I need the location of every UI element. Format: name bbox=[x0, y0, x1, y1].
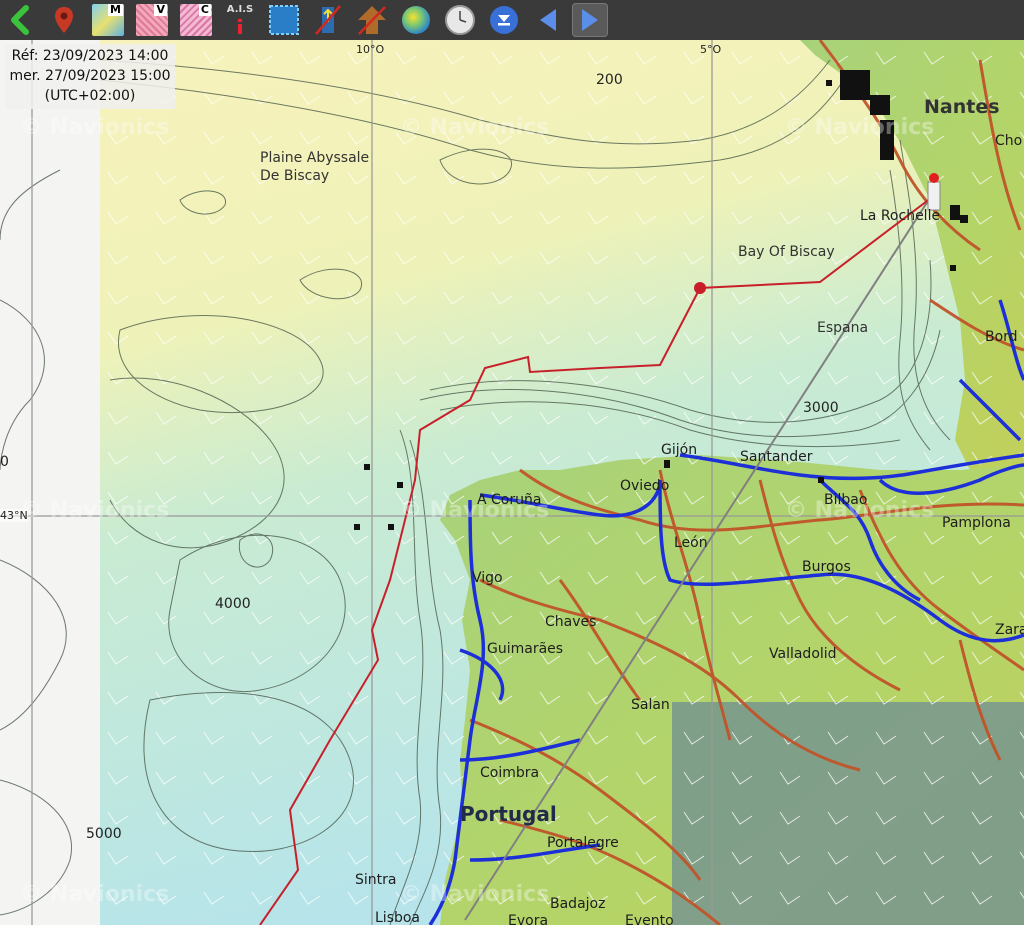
city-label: Badajoz bbox=[550, 896, 606, 912]
depth-label: 3000 bbox=[803, 400, 839, 416]
watermark: © Navionics bbox=[20, 882, 170, 907]
depth-label: 200 bbox=[596, 72, 623, 88]
city-label: Zara bbox=[995, 622, 1024, 638]
city-label: León bbox=[674, 535, 708, 551]
previous-button[interactable] bbox=[530, 3, 566, 37]
download-icon bbox=[490, 6, 518, 34]
city-label: A Coruña bbox=[477, 492, 542, 508]
map-layer-m-button[interactable]: M bbox=[90, 3, 126, 37]
city-label: Gijón bbox=[661, 442, 698, 458]
depth-label: 5000 bbox=[86, 826, 122, 842]
forecast-info-box: Réf: 23/09/2023 14:00 mer. 27/09/2023 15… bbox=[5, 44, 175, 109]
next-button[interactable] bbox=[572, 3, 608, 37]
boat-marker bbox=[927, 173, 941, 211]
clock-button[interactable] bbox=[442, 3, 478, 37]
city-label: Sintra bbox=[355, 872, 397, 888]
ais-label: A.I.S bbox=[226, 4, 254, 15]
city-label: Nantes bbox=[924, 96, 1000, 118]
map-tile-icon: V bbox=[136, 4, 168, 36]
weather-button[interactable] bbox=[398, 3, 434, 37]
sea-label: Bay Of Biscay bbox=[738, 244, 835, 260]
map-tile-icon: C bbox=[180, 4, 212, 36]
city-label: Pamplona bbox=[942, 515, 1011, 531]
clock-icon bbox=[445, 5, 475, 35]
city-label: Burgos bbox=[802, 559, 851, 575]
no-data-strip bbox=[0, 40, 100, 925]
tile-letter: M bbox=[108, 4, 123, 16]
toolbar: M V C A.I.S bbox=[0, 0, 1024, 40]
map-layer-v-button[interactable]: V bbox=[134, 3, 170, 37]
longitude-label: 10°O bbox=[356, 43, 385, 56]
city-label: Bilbao bbox=[824, 492, 868, 508]
polar-disabled-button[interactable] bbox=[310, 3, 346, 37]
arrow-up-icon bbox=[358, 6, 386, 35]
country-label: Portugal bbox=[460, 802, 557, 826]
reference-time: Réf: 23/09/2023 14:00 bbox=[11, 48, 169, 64]
ais-button[interactable]: A.I.S bbox=[222, 3, 258, 37]
sea-label: Plaine Abyssale bbox=[260, 150, 370, 166]
download-button[interactable] bbox=[486, 3, 522, 37]
city-label: Oviedo bbox=[620, 478, 670, 494]
frame-icon bbox=[269, 5, 299, 35]
watermark: © Navionics bbox=[20, 115, 170, 140]
map-pin-icon bbox=[55, 7, 73, 33]
waypoint-button[interactable] bbox=[46, 3, 82, 37]
sea-label: De Biscay bbox=[260, 168, 330, 184]
longitude-label: 5°O bbox=[700, 43, 722, 56]
map-tile-icon: M bbox=[92, 4, 124, 36]
city-label: Bord bbox=[985, 329, 1018, 345]
city-label: Portalegre bbox=[547, 835, 619, 851]
city-label: Guimarães bbox=[487, 641, 564, 657]
polar-icon bbox=[315, 5, 341, 35]
chevron-left-icon bbox=[11, 5, 29, 35]
tile-letter: V bbox=[154, 4, 167, 16]
city-label: Evento bbox=[625, 913, 674, 925]
weather-globe-icon bbox=[402, 6, 430, 34]
frame-button[interactable] bbox=[266, 3, 302, 37]
city-label: Valladolid bbox=[769, 646, 837, 662]
city-label: Lisboa bbox=[375, 910, 421, 925]
latitude-label: 0 bbox=[0, 454, 9, 470]
triangle-left-icon bbox=[540, 9, 556, 31]
city-label: Evora bbox=[508, 913, 549, 925]
map-layer-c-button[interactable]: C bbox=[178, 3, 214, 37]
ais-info-icon bbox=[238, 19, 242, 34]
watermark: © Navionics bbox=[785, 115, 935, 140]
city-label: Coimbra bbox=[480, 765, 540, 781]
watermark: © Navionics bbox=[400, 115, 550, 140]
city-label: La Rochelle bbox=[860, 208, 941, 224]
map-canvas bbox=[0, 40, 1024, 925]
back-button[interactable] bbox=[2, 3, 38, 37]
watermark: © Navionics bbox=[20, 498, 170, 523]
city-label: Salan bbox=[631, 697, 670, 713]
triangle-right-icon bbox=[582, 9, 598, 31]
tile-letter: C bbox=[198, 4, 211, 16]
city-label: Vigo bbox=[472, 570, 503, 586]
route-point bbox=[694, 282, 706, 294]
map-view[interactable]: © Navionics © Navionics © Navionics © Na… bbox=[0, 40, 1024, 925]
city-label: Santander bbox=[740, 449, 813, 465]
latitude-label: 43°N bbox=[0, 509, 28, 522]
sea-label: Espana bbox=[817, 320, 869, 336]
route-disabled-button[interactable] bbox=[354, 3, 390, 37]
depth-label: 4000 bbox=[215, 596, 251, 612]
city-label: Cho bbox=[995, 133, 1023, 149]
watermark: © Navionics bbox=[400, 882, 550, 907]
timezone: (UTC+02:00) bbox=[44, 88, 136, 104]
city-label: Chaves bbox=[545, 614, 597, 630]
forecast-time: mer. 27/09/2023 15:00 bbox=[9, 68, 171, 84]
